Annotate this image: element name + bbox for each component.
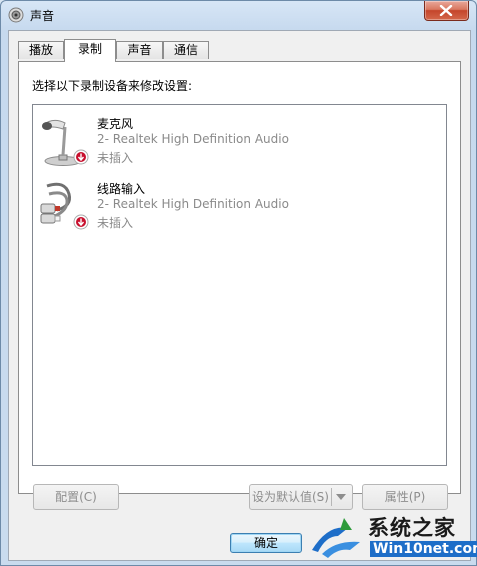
watermark-title: 系统之家: [368, 516, 456, 540]
chevron-down-icon[interactable]: [336, 494, 346, 500]
sound-dialog: 声音 播放 录制 声音 通信 选择以下录制设备来修改设置: 麦克风 2- Rea…: [0, 0, 477, 566]
instruction-text: 选择以下录制设备来修改设置:: [32, 79, 193, 93]
device-status: 未插入: [97, 216, 134, 230]
ok-button[interactable]: 确定: [230, 533, 302, 553]
window-title: 声音: [30, 9, 55, 23]
device-item-microphone[interactable]: 麦克风 2- Realtek High Definition Audio 未插入: [33, 115, 446, 173]
tab-communications[interactable]: 通信: [163, 41, 209, 59]
device-list[interactable]: 麦克风 2- Realtek High Definition Audio 未插入: [32, 104, 447, 466]
title-bar[interactable]: 声音: [1, 1, 476, 29]
device-description: 2- Realtek High Definition Audio: [97, 132, 289, 146]
close-icon: [439, 5, 453, 16]
tab-playback[interactable]: 播放: [18, 41, 64, 59]
device-description: 2- Realtek High Definition Audio: [97, 197, 289, 211]
close-button[interactable]: [424, 1, 469, 21]
line-in-icon: [39, 180, 89, 232]
watermark-subtitle: Win10net.com: [370, 541, 477, 557]
device-item-line-in[interactable]: 线路输入 2- Realtek High Definition Audio 未插…: [33, 180, 446, 238]
dialog-client-area: 播放 录制 声音 通信 选择以下录制设备来修改设置: 麦克风 2- Realte…: [8, 30, 471, 561]
tab-recording[interactable]: 录制: [64, 39, 116, 62]
device-name: 麦克风: [97, 117, 134, 131]
watermark: 系统之家 Win10net.com: [308, 504, 477, 566]
configure-button[interactable]: 配置(C): [33, 484, 119, 510]
speaker-icon: [8, 7, 24, 23]
device-name: 线路输入: [97, 182, 146, 196]
watermark-logo-icon: [312, 518, 360, 558]
tab-sounds[interactable]: 声音: [116, 41, 163, 59]
recording-tab-panel: 选择以下录制设备来修改设置: 麦克风 2- Realtek High Defin…: [18, 61, 461, 494]
device-status: 未插入: [97, 151, 134, 165]
microphone-icon: [39, 115, 89, 167]
